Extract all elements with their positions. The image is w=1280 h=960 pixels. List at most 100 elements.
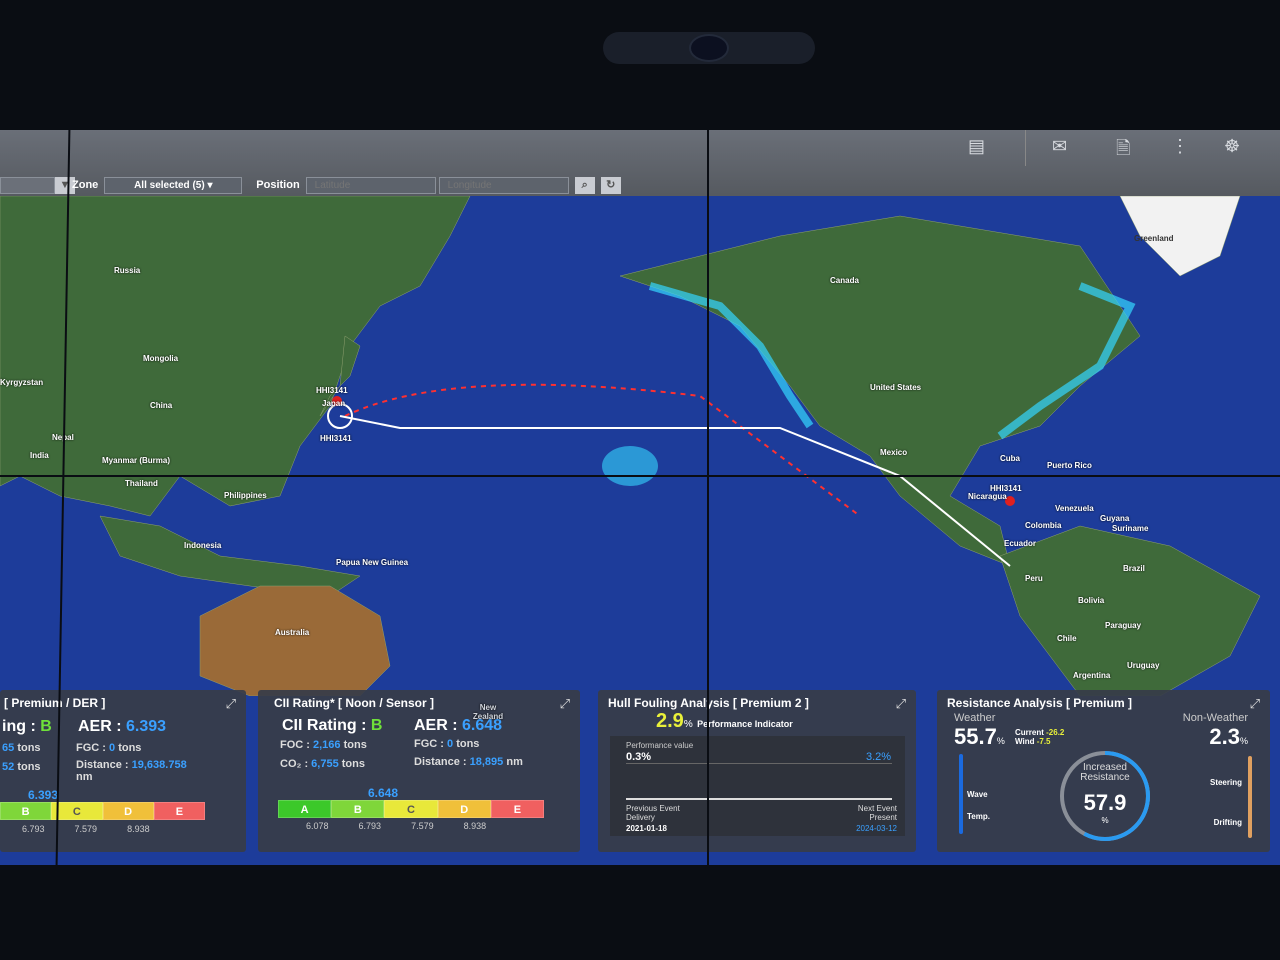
foc-value: 65 <box>2 742 15 754</box>
map-label: Myanmar (Burma) <box>102 456 171 465</box>
weather-bar <box>959 754 963 834</box>
position-label: Position <box>256 179 300 191</box>
steering-label: Steering <box>1209 778 1242 787</box>
map-label: Peru <box>1025 574 1043 583</box>
fgc-label: FGC : <box>414 738 447 750</box>
rating-bar: A B C D E <box>278 800 545 818</box>
map-label: Argentina <box>1073 671 1111 680</box>
distance-label: Distance : <box>414 756 470 768</box>
map-label: Indonesia <box>184 541 222 550</box>
unit: tons <box>17 742 41 754</box>
map-label: Chile <box>1057 634 1077 643</box>
fgc-label: FGC : <box>76 742 109 754</box>
vessel-label[interactable]: HHI3141 <box>320 434 352 443</box>
rating-label: CII Rating : <box>282 717 371 734</box>
map-label: Kyrgyzstan <box>0 378 44 387</box>
map-label: Uruguay <box>1127 661 1160 670</box>
center-label: Increased Resistance <box>1080 762 1130 783</box>
unit: tons <box>17 761 41 773</box>
distance-unit: nm <box>506 756 523 768</box>
grade-b: B <box>0 802 52 820</box>
aer-label: AER : <box>78 718 126 735</box>
filter-dropdown[interactable] <box>0 176 55 194</box>
zone-dropdown[interactable]: All selected (5) ▾ <box>104 176 243 194</box>
map-label: Canada <box>830 276 859 285</box>
camera-bar <box>603 32 815 64</box>
rating-bar: B C D E <box>0 802 205 820</box>
map-label: Australia <box>275 628 310 637</box>
wave-label: Wave <box>967 790 988 799</box>
indicator-label: Performance Indicator <box>697 719 793 729</box>
grade-b: B <box>331 800 385 818</box>
co2-value: 6,755 <box>311 758 339 770</box>
map-label: China <box>150 401 173 410</box>
search-icon[interactable]: ⌕ <box>574 176 595 194</box>
refresh-icon[interactable]: ↻ <box>600 176 621 194</box>
map-labels: HHI3141 HHI3141 HHI3141 Russia Mongolia … <box>0 196 1280 696</box>
wind-label: Wind <box>1015 737 1035 746</box>
tick: 8.938 <box>127 824 150 834</box>
performance-chart: Performance value 0.3% 3.2% Previous Eve… <box>610 736 905 836</box>
tick: 7.579 <box>74 824 98 834</box>
ship-wheel-icon[interactable]: ☸ <box>1224 136 1240 157</box>
start-value: 0.3% <box>626 751 652 763</box>
divider <box>1025 130 1026 166</box>
map-label: Guyana <box>1100 514 1130 523</box>
current-label: Current <box>1015 728 1044 737</box>
map-label: Russia <box>114 266 141 275</box>
grade-e: E <box>490 800 545 818</box>
next-date: 2024-03-12 <box>856 824 897 833</box>
grade-c: C <box>384 800 438 818</box>
gridline <box>626 763 892 764</box>
grade-e: E <box>153 802 205 820</box>
map-label: Nicaragua <box>968 492 1007 501</box>
bezel-horizontal <box>0 475 1280 477</box>
expand-icon[interactable]: ⤢ <box>896 696 906 712</box>
perf-label: Performance value <box>626 741 694 750</box>
rating-value: B <box>370 717 383 734</box>
panel-title: [ Premium / DER ] <box>4 696 106 710</box>
camera-lens <box>689 34 729 62</box>
grade-d: D <box>102 802 154 820</box>
mail-icon[interactable]: ✉ <box>1052 136 1067 157</box>
indicator-unit: % <box>683 719 693 730</box>
wind-value: -7.5 <box>1036 737 1051 746</box>
nonweather-value: 2.3 <box>1209 724 1240 749</box>
map-label: Japan <box>322 399 346 408</box>
next-label: Next Event <box>857 804 897 813</box>
aer-label: AER : <box>414 717 462 734</box>
hull-fouling-panel: Hull Fouling Analysis [ Premium 2 ] ⤢ 2.… <box>598 690 916 852</box>
tick: 7.579 <box>411 821 434 831</box>
distance-value: 19,638.758 <box>131 759 187 771</box>
co2-value: 52 <box>2 761 15 773</box>
zone-label: Zone <box>72 179 99 191</box>
map-label: Venezuela <box>1055 504 1094 513</box>
fgc-value: 0 <box>447 738 454 750</box>
latitude-input[interactable] <box>305 176 436 194</box>
grade-d: D <box>437 800 491 818</box>
map-label: New Zealand <box>472 703 504 721</box>
map-label: Colombia <box>1025 521 1062 530</box>
vessel-label[interactable]: HHI3141 <box>316 386 348 395</box>
foc-label: FOC : <box>280 739 313 751</box>
unit: tons <box>456 738 480 750</box>
document-icon[interactable]: 🗎 <box>1116 136 1130 166</box>
dashboard-icon[interactable]: ▤ <box>968 136 985 157</box>
expand-icon[interactable]: ⤢ <box>1250 696 1260 712</box>
der-panel: [ Premium / DER ] ⤢ ing : B AER : 6.393 … <box>0 690 246 852</box>
distance-value: 18,895 <box>469 756 504 768</box>
weather-label: Weather <box>954 712 996 724</box>
unit: tons <box>118 742 142 754</box>
bezel-vertical <box>707 130 709 865</box>
expand-icon[interactable]: ⤢ <box>226 696 236 712</box>
weather-value: 55.7 <box>954 724 997 749</box>
cii-panel: CII Rating* [ Noon / Sensor ] ⤢ CII Rati… <box>258 690 580 852</box>
rating-marker-value: 6.393 <box>28 788 59 802</box>
longitude-input[interactable] <box>438 176 569 194</box>
map-label: Suriname <box>1112 524 1149 533</box>
tick: 6.793 <box>22 824 45 834</box>
traffic-light-icon[interactable]: ⋮ <box>1171 136 1189 157</box>
drifting-label: Drifting <box>1213 818 1242 827</box>
expand-icon[interactable]: ⤢ <box>560 696 570 712</box>
indicator-value: 2.9 <box>656 710 684 732</box>
